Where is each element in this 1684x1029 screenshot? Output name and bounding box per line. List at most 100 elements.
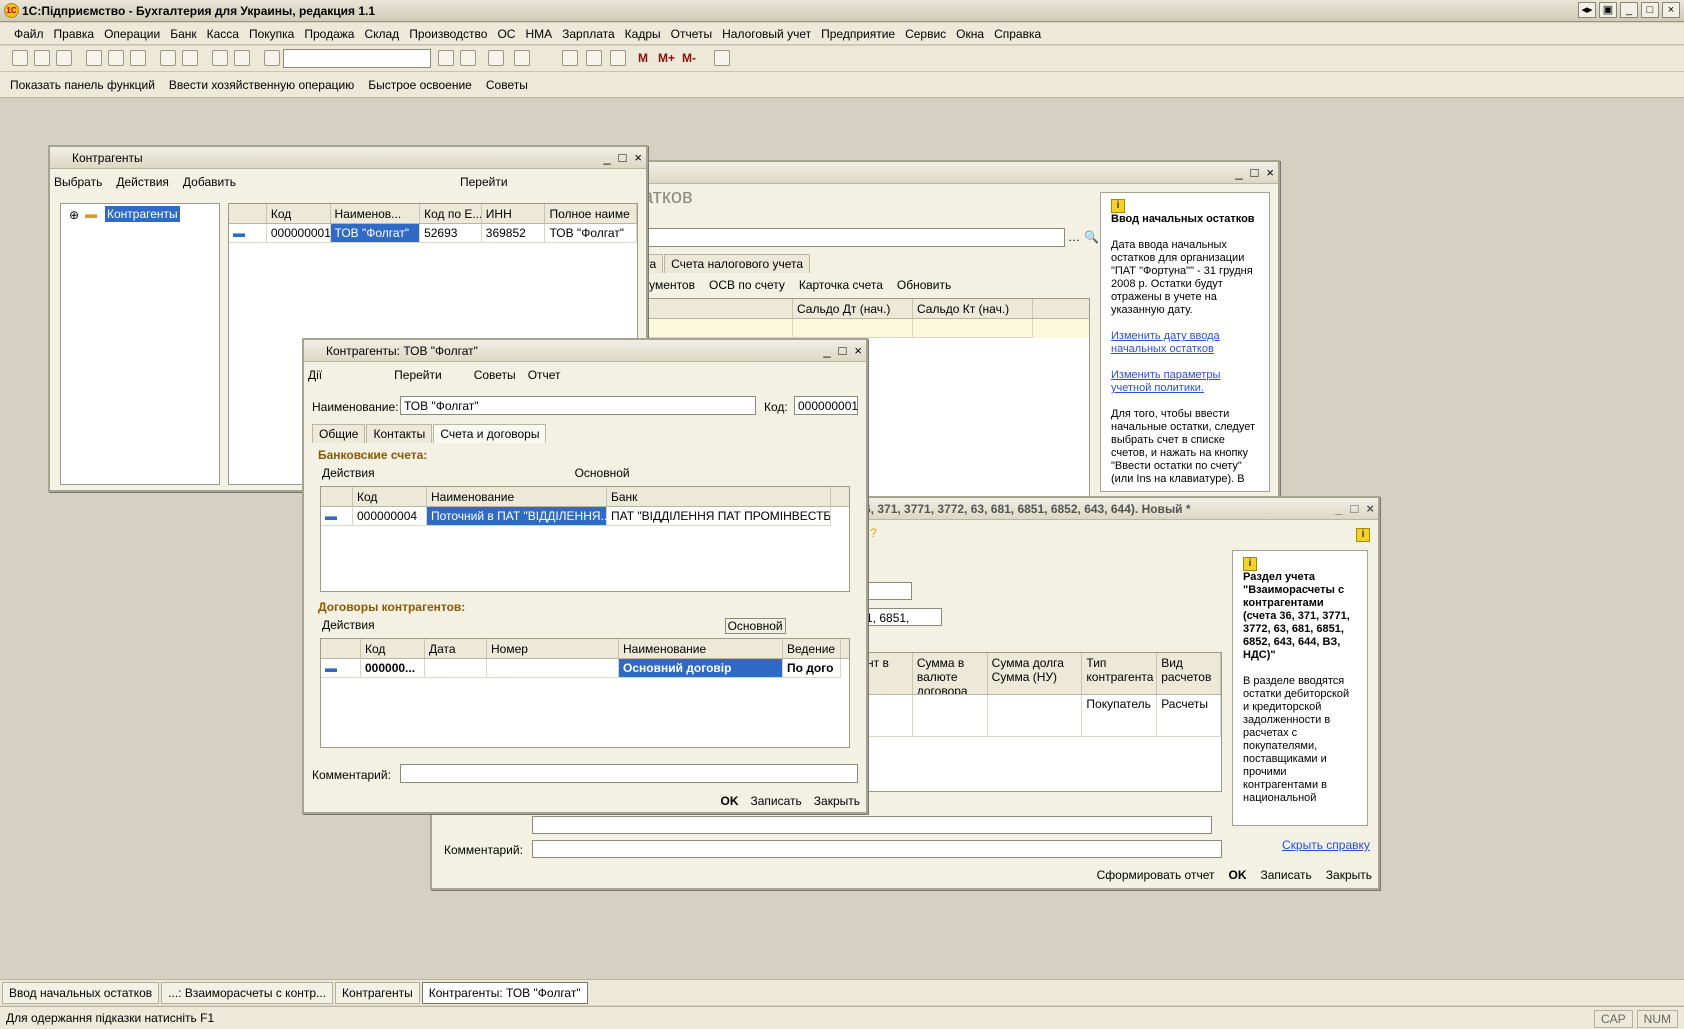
menu-service[interactable]: Сервис xyxy=(905,27,946,41)
restore-icon[interactable]: ◂▸ xyxy=(1578,2,1596,18)
menu-purchase[interactable]: Покупка xyxy=(249,27,294,41)
tree-root-label[interactable]: Контрагенты xyxy=(105,206,180,222)
ok-button[interactable]: OK xyxy=(1229,868,1247,882)
show-panel-button[interactable]: Показать панель функций xyxy=(10,78,155,92)
maximize-icon[interactable]: □ xyxy=(1251,165,1259,180)
close-icon[interactable]: × xyxy=(1366,501,1374,516)
name-input[interactable]: ТОВ "Фолгат" xyxy=(400,396,756,415)
comment-input[interactable] xyxy=(532,840,1222,858)
menu-tax[interactable]: Налоговый учет xyxy=(722,27,811,41)
menu-kassa[interactable]: Касса xyxy=(207,27,239,41)
preview-icon[interactable] xyxy=(182,50,198,66)
filter-input[interactable] xyxy=(602,228,1065,247)
goto-button[interactable]: Перейти xyxy=(394,368,442,382)
save-button[interactable]: Записать xyxy=(751,794,802,808)
task-settlements[interactable]: ...: Взаиморасчеты с контр... xyxy=(161,981,334,1004)
expand-icon[interactable]: ⊕ xyxy=(69,208,79,222)
bank-main-button[interactable]: Основной xyxy=(575,466,630,480)
menu-bank[interactable]: Банк xyxy=(170,27,196,41)
dii-button[interactable]: Дії xyxy=(308,368,322,382)
report-button[interactable]: Отчет xyxy=(528,368,561,382)
ok-button[interactable]: OK xyxy=(721,794,739,808)
calculator-icon[interactable] xyxy=(562,50,578,66)
copy-icon[interactable] xyxy=(108,50,124,66)
menu-warehouse[interactable]: Склад xyxy=(364,27,399,41)
menu-nma[interactable]: НМА xyxy=(525,27,552,41)
settlements-grid[interactable]: нт в Сумма в валюте договора Сумма долга… xyxy=(862,652,1222,792)
account-card-button[interactable]: Карточка счета xyxy=(799,278,883,292)
contractors-tree[interactable]: ⊕ ▬ Контрагенты xyxy=(60,203,220,485)
menu-salary[interactable]: Зарплата xyxy=(562,27,615,41)
accounts-list-field[interactable]: 1, 6851, xyxy=(862,608,942,626)
table-row[interactable]: ▬ 000000... Основний договір По дого xyxy=(321,659,849,678)
select-icon[interactable]: … xyxy=(1068,230,1080,244)
undo-icon[interactable] xyxy=(212,50,228,66)
help-icon[interactable]: ? xyxy=(870,526,877,540)
cut-icon[interactable] xyxy=(86,50,102,66)
close-icon[interactable]: × xyxy=(634,150,642,165)
task-contractors[interactable]: Контрагенты xyxy=(335,981,420,1004)
windows-icon[interactable] xyxy=(488,50,504,66)
maximize-icon[interactable]: □ xyxy=(839,343,847,358)
minimize-icon[interactable]: _ xyxy=(823,343,830,358)
print-icon[interactable] xyxy=(160,50,176,66)
tab-accounts-contracts[interactable]: Счета и договоры xyxy=(433,424,547,443)
tips-button[interactable]: Советы xyxy=(486,78,528,92)
redo-icon[interactable] xyxy=(234,50,250,66)
minimize-icon[interactable]: _ xyxy=(1335,501,1342,516)
quick-learning-button[interactable]: Быстрое освоение xyxy=(368,78,472,92)
responsible-field[interactable] xyxy=(532,816,1212,834)
paste-icon[interactable] xyxy=(130,50,146,66)
save-button[interactable]: Записать xyxy=(1261,868,1312,882)
task-opening-balances[interactable]: Ввод начальных остатков xyxy=(2,981,160,1004)
osv-button[interactable]: ОСВ по счету xyxy=(709,278,785,292)
add-button[interactable]: Добавить xyxy=(183,175,236,189)
account-field[interactable] xyxy=(862,582,912,600)
search-input[interactable] xyxy=(283,49,431,68)
find-next-icon[interactable] xyxy=(438,50,454,66)
calendar-icon[interactable] xyxy=(586,50,602,66)
memory-minus-button[interactable]: M- xyxy=(682,51,696,65)
search-icon[interactable] xyxy=(264,50,280,66)
tab-general[interactable]: Общие xyxy=(312,424,366,443)
bank-actions-button[interactable]: Действия xyxy=(322,466,375,480)
open-icon[interactable] xyxy=(34,50,50,66)
table-row[interactable]: ▬ 000000001 ТОВ "Фолгат" 52693 369852 ТО… xyxy=(229,224,637,243)
contracts-main-button[interactable]: Основной xyxy=(724,618,786,634)
memory-button[interactable]: M xyxy=(638,51,648,65)
menu-production[interactable]: Производство xyxy=(409,27,487,41)
report-button[interactable]: Сформировать отчет xyxy=(1097,868,1215,882)
contracts-actions-button[interactable]: Действия xyxy=(322,618,375,634)
menu-os[interactable]: ОС xyxy=(497,27,515,41)
close-button[interactable]: Закрыть xyxy=(814,794,860,808)
close-icon[interactable]: × xyxy=(1662,2,1680,18)
code-input[interactable]: 000000001 xyxy=(794,396,858,415)
close-icon[interactable]: × xyxy=(854,343,862,358)
menu-help[interactable]: Справка xyxy=(994,27,1041,41)
hide-help-link[interactable]: Скрыть справку xyxy=(1282,838,1370,852)
maximize-icon[interactable]: □ xyxy=(619,150,627,165)
find-prev-icon[interactable] xyxy=(460,50,476,66)
close-button[interactable]: Закрыть xyxy=(1326,868,1372,882)
select-button[interactable]: Выбрать xyxy=(54,175,102,189)
enter-operation-button[interactable]: Ввести хозяйственную операцию xyxy=(169,78,354,92)
table-row[interactable]: ▬ 000000004 Поточний в ПАТ "ВІДДІЛЕННЯ..… xyxy=(321,507,849,526)
save-icon[interactable] xyxy=(56,50,72,66)
settings-icon[interactable] xyxy=(714,50,730,66)
menu-reports[interactable]: Отчеты xyxy=(671,27,712,41)
close-icon[interactable]: × xyxy=(1266,165,1274,180)
minimize-icon[interactable]: _ xyxy=(1235,165,1242,180)
menu-enterprise[interactable]: Предприятие xyxy=(821,27,895,41)
new-icon[interactable] xyxy=(12,50,28,66)
menu-windows[interactable]: Окна xyxy=(956,27,984,41)
task-contractor-card[interactable]: Контрагенты: ТОВ "Фолгат" xyxy=(421,981,588,1004)
bank-accounts-grid[interactable]: Код Наименование Банк ▬ 000000004 Поточн… xyxy=(320,486,850,592)
info-icon[interactable] xyxy=(514,50,530,66)
menu-edit[interactable]: Правка xyxy=(54,27,95,41)
memory-plus-button[interactable]: M+ xyxy=(658,51,675,65)
tile-icon[interactable]: ▣ xyxy=(1599,2,1617,18)
search-icon[interactable]: 🔍 xyxy=(1084,230,1099,244)
menu-operations[interactable]: Операции xyxy=(104,27,160,41)
minimize-icon[interactable]: _ xyxy=(603,150,610,165)
users-icon[interactable] xyxy=(610,50,626,66)
